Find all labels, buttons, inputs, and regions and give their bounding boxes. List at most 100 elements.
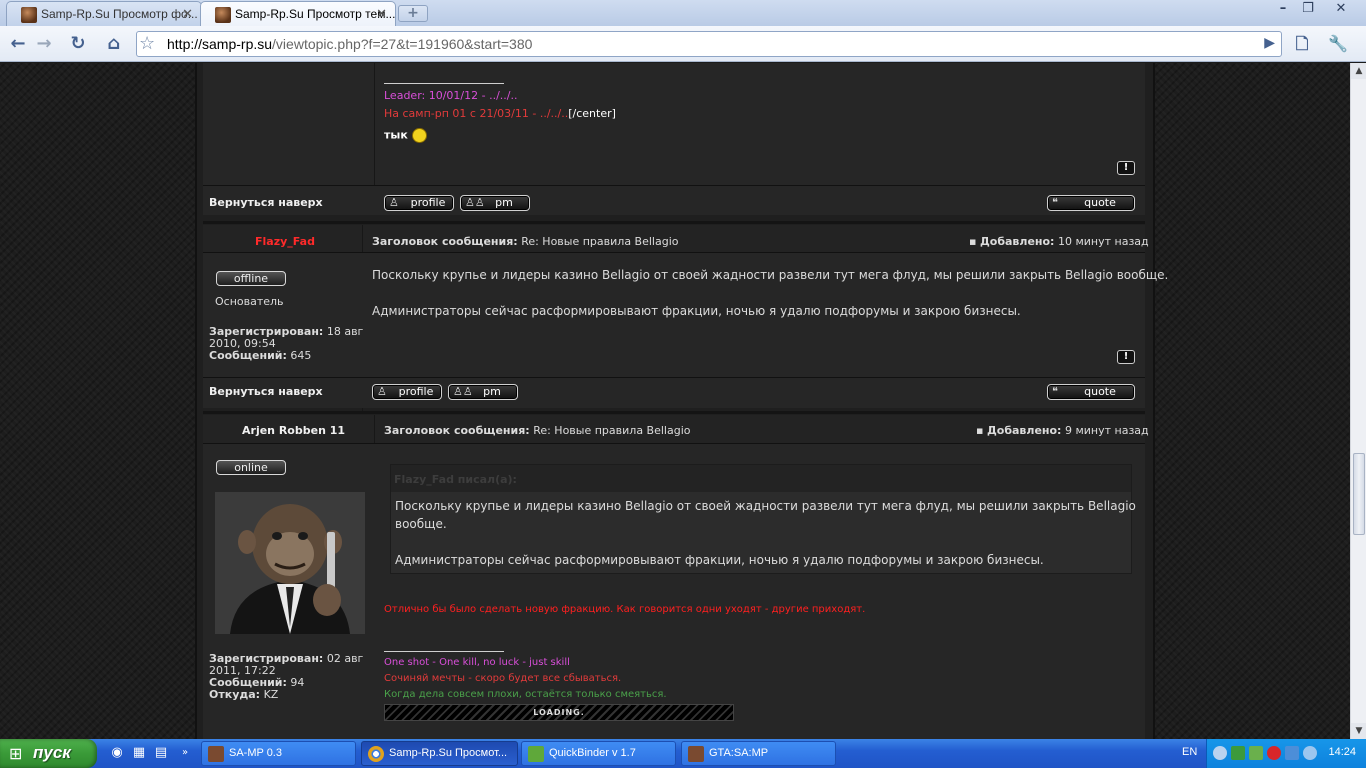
quote-text: Администраторы сейчас расформировывают ф… bbox=[395, 553, 1044, 567]
bookmark-star-icon[interactable]: ☆ bbox=[139, 33, 155, 54]
clock: 14:24 bbox=[1328, 746, 1356, 758]
task-sa-mp[interactable]: SA-MP 0.3 bbox=[201, 741, 356, 766]
document-launch-icon[interactable]: ▤ bbox=[152, 744, 170, 762]
pm-button[interactable]: ♙♙ pm bbox=[448, 384, 518, 400]
address-bar[interactable]: ☆ http://samp-rp.su/viewtopic.php?f=27&t… bbox=[136, 31, 1282, 57]
signature-link[interactable]: тык bbox=[384, 128, 427, 143]
scroll-up-icon[interactable]: ▲ bbox=[1351, 63, 1366, 79]
back-to-top-link[interactable]: Вернуться наверх bbox=[209, 385, 323, 398]
forward-icon[interactable]: → bbox=[32, 32, 56, 56]
post-count: Сообщений: 645 bbox=[209, 349, 312, 362]
sa-mp-icon bbox=[208, 746, 224, 762]
page-scrollbar[interactable]: ▲ ▼ bbox=[1350, 63, 1366, 739]
language-indicator[interactable]: EN bbox=[1182, 746, 1197, 758]
page-viewport: Leader: 10/01/12 - ../../.. На самп-рп 0… bbox=[0, 63, 1350, 739]
post-subject: Заголовок сообщения: Re: Новые правила B… bbox=[372, 235, 679, 248]
post-icon[interactable]: ▪ bbox=[969, 235, 976, 248]
quote-author: Flazy_Fad писал(а): bbox=[394, 473, 517, 486]
signature-line: One shot - One kill, no luck - just skil… bbox=[384, 657, 570, 668]
scroll-thumb[interactable] bbox=[1353, 453, 1365, 535]
minimize-button[interactable]: – bbox=[1270, 0, 1296, 18]
quicklaunch-more-icon[interactable]: » bbox=[176, 744, 194, 762]
chrome-launch-icon[interactable]: ◉ bbox=[108, 744, 126, 762]
scroll-down-icon[interactable]: ▼ bbox=[1351, 723, 1366, 739]
back-icon[interactable]: ← bbox=[6, 32, 30, 56]
page-menu-icon[interactable]: 🗋 bbox=[1290, 32, 1314, 56]
pm-button[interactable]: ♙♙ pm bbox=[460, 195, 530, 211]
site-favicon-icon bbox=[215, 7, 231, 23]
signature-line: Когда дела совсем плохи, остаётся только… bbox=[384, 689, 667, 700]
status-badge: online bbox=[216, 460, 286, 475]
signature-line: Сочиняй мечты - скоро будет все сбыватьс… bbox=[384, 673, 622, 684]
report-icon[interactable]: ! bbox=[1117, 161, 1135, 175]
user-icon: ♙ bbox=[377, 385, 387, 398]
laughing-smiley-icon bbox=[411, 128, 427, 143]
report-icon[interactable]: ! bbox=[1117, 350, 1135, 364]
browser-toolbar: ← → ↻ ⌂ ☆ http://samp-rp.su/viewtopic.ph… bbox=[0, 26, 1366, 62]
chrome-icon bbox=[368, 746, 384, 762]
signature-divider bbox=[384, 651, 504, 652]
volume-icon[interactable] bbox=[1303, 746, 1317, 760]
new-tab-button[interactable]: + bbox=[398, 5, 428, 22]
url-host: http://samp-rp.su bbox=[167, 36, 273, 52]
quote-text: вообще. bbox=[395, 517, 447, 531]
quote-button[interactable]: ❝ quote bbox=[1047, 384, 1135, 400]
signature-divider bbox=[384, 83, 504, 84]
reply-text: Отлично бы было сделать новую фракцию. К… bbox=[384, 604, 866, 615]
post-author[interactable]: Arjen Robben 11 bbox=[242, 424, 345, 437]
post-footer bbox=[203, 186, 1145, 215]
user-rank: Основатель bbox=[215, 295, 284, 308]
close-tab-icon[interactable]: ✕ bbox=[376, 6, 387, 22]
signature-line: На самп-рп 01 с 21/03/11 - ../../..[/cen… bbox=[384, 107, 616, 120]
post-date: ▪ Добавлено: 9 минут назад bbox=[976, 424, 1149, 437]
quote-button[interactable]: ❝ quote bbox=[1047, 195, 1135, 211]
forum-column: Leader: 10/01/12 - ../../.. На самп-рп 0… bbox=[195, 63, 1168, 739]
task-browser[interactable]: Samp-Rp.Su Просмот... bbox=[361, 741, 518, 766]
user-icon: ♙ bbox=[389, 196, 399, 209]
tray-app-icon[interactable] bbox=[1231, 746, 1245, 760]
home-icon[interactable]: ⌂ bbox=[102, 32, 126, 56]
signature-banner: LOADING. bbox=[384, 704, 734, 721]
monkey-with-gun-image bbox=[215, 492, 365, 634]
site-favicon-icon bbox=[21, 7, 37, 23]
post-author[interactable]: Flazy_Fad bbox=[255, 235, 315, 248]
close-tab-icon[interactable]: ✕ bbox=[182, 6, 193, 22]
url-path: /viewtopic.php?f=27&t=191960&start=380 bbox=[272, 36, 533, 52]
post-footer bbox=[203, 378, 1145, 408]
close-window-button[interactable]: ✕ bbox=[1328, 0, 1354, 18]
display-icon[interactable] bbox=[1285, 746, 1299, 760]
wrench-icon[interactable]: 🔧 bbox=[1326, 32, 1350, 56]
post-text: Поскольку крупье и лидеры казино Bellagi… bbox=[372, 268, 1169, 282]
quote-text: Поскольку крупье и лидеры казино Bellagi… bbox=[395, 499, 1136, 513]
back-to-top-link[interactable]: Вернуться наверх bbox=[209, 196, 323, 209]
browser-titlebar: Samp-Rp.Su Просмотр фо... ✕ Samp-Rp.Su П… bbox=[0, 0, 1366, 27]
tab-topic-view[interactable]: Samp-Rp.Su Просмотр тем... ✕ bbox=[200, 1, 396, 27]
signature-line: Leader: 10/01/12 - ../../.. bbox=[384, 89, 518, 102]
post-icon[interactable]: ▪ bbox=[976, 424, 983, 437]
system-tray: 14:24 bbox=[1206, 739, 1366, 768]
network-icon[interactable] bbox=[1249, 746, 1263, 760]
windows-taskbar: ⊞ пуск ◉ ▦ ▤ » SA-MP 0.3 Samp-Rp.Su Прос… bbox=[0, 739, 1366, 768]
gta-icon bbox=[688, 746, 704, 762]
task-quickbinder[interactable]: QuickBinder v 1.7 bbox=[521, 741, 676, 766]
media-launch-icon[interactable]: ▦ bbox=[130, 744, 148, 762]
post-text: Администраторы сейчас расформировывают ф… bbox=[372, 304, 1021, 318]
post-body-previous bbox=[203, 63, 1145, 185]
maximize-button[interactable]: ❐ bbox=[1295, 0, 1321, 18]
reload-icon[interactable]: ↻ bbox=[66, 32, 90, 56]
post-subject: Заголовок сообщения: Re: Новые правила B… bbox=[384, 424, 691, 437]
speech-bubble-icon: ❝ bbox=[1052, 385, 1058, 398]
tray-expand-icon[interactable] bbox=[1213, 746, 1227, 760]
user-location: Откуда: KZ bbox=[209, 688, 279, 701]
task-gta-samp[interactable]: GTA:SA:MP bbox=[681, 741, 836, 766]
windows-flag-icon: ⊞ bbox=[9, 744, 23, 763]
tab-forum-view[interactable]: Samp-Rp.Su Просмотр фо... ✕ bbox=[6, 1, 202, 26]
avatar bbox=[215, 492, 365, 634]
antivirus-icon[interactable] bbox=[1267, 746, 1281, 760]
post-date: ▪ Добавлено: 10 минут назад bbox=[969, 235, 1149, 248]
profile-button[interactable]: ♙ profile bbox=[372, 384, 442, 400]
start-button[interactable]: ⊞ пуск bbox=[0, 739, 97, 768]
status-badge: offline bbox=[216, 271, 286, 286]
go-icon[interactable]: ▶ bbox=[1264, 35, 1275, 51]
profile-button[interactable]: ♙ profile bbox=[384, 195, 454, 211]
